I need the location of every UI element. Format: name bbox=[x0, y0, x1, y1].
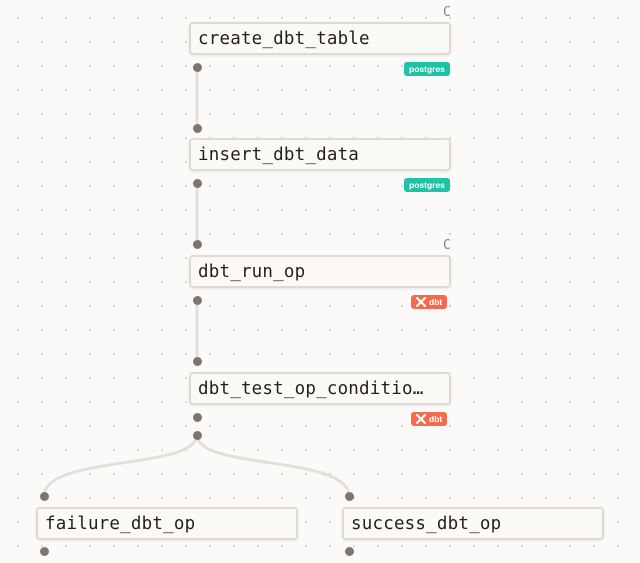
output-port[interactable] bbox=[193, 413, 202, 422]
node-insert-dbt-data[interactable]: insert_dbt_data bbox=[189, 138, 451, 171]
node-failure-dbt-op[interactable]: failure_dbt_op bbox=[36, 507, 298, 540]
node-label: insert_dbt_data bbox=[198, 144, 360, 165]
node-corner-mark: C bbox=[443, 238, 451, 253]
tag-label: postgres bbox=[409, 180, 445, 190]
edge-test-to-failure bbox=[42, 434, 199, 497]
dbt-tag: dbt bbox=[411, 412, 448, 426]
output-port[interactable] bbox=[345, 547, 354, 556]
edge-test-to-success bbox=[195, 434, 351, 497]
node-label: create_dbt_table bbox=[198, 28, 370, 49]
dbt-tag: dbt bbox=[411, 295, 448, 309]
postgres-tag: postgres bbox=[404, 62, 450, 76]
input-port[interactable] bbox=[40, 492, 49, 501]
output-port[interactable] bbox=[193, 296, 202, 305]
node-label: dbt_run_op bbox=[198, 261, 306, 282]
node-dbt-run-op[interactable]: dbt_run_op bbox=[189, 255, 451, 288]
node-label: success_dbt_op bbox=[351, 513, 502, 534]
dbt-logo-icon bbox=[416, 297, 426, 307]
tag-label: dbt bbox=[429, 414, 443, 424]
node-dbt-test-op-condition[interactable]: dbt_test_op_conditio… bbox=[189, 372, 451, 405]
input-port[interactable] bbox=[193, 240, 202, 249]
node-corner-mark: C bbox=[443, 5, 451, 20]
node-label: failure_dbt_op bbox=[45, 513, 196, 534]
node-success-dbt-op[interactable]: success_dbt_op bbox=[342, 507, 604, 540]
input-port[interactable] bbox=[193, 124, 202, 133]
output-port[interactable] bbox=[40, 547, 49, 556]
tag-label: dbt bbox=[429, 297, 443, 307]
input-port[interactable] bbox=[193, 357, 202, 366]
dbt-logo-icon bbox=[416, 414, 426, 424]
node-label: dbt_test_op_conditio… bbox=[198, 378, 424, 399]
postgres-tag: postgres bbox=[404, 178, 450, 192]
output-port[interactable] bbox=[193, 63, 202, 72]
node-create-dbt-table[interactable]: create_dbt_table bbox=[189, 22, 451, 55]
output-port[interactable] bbox=[193, 179, 202, 188]
tag-label: postgres bbox=[409, 64, 445, 74]
input-port[interactable] bbox=[345, 492, 354, 501]
output-port-conditional[interactable] bbox=[193, 431, 202, 440]
